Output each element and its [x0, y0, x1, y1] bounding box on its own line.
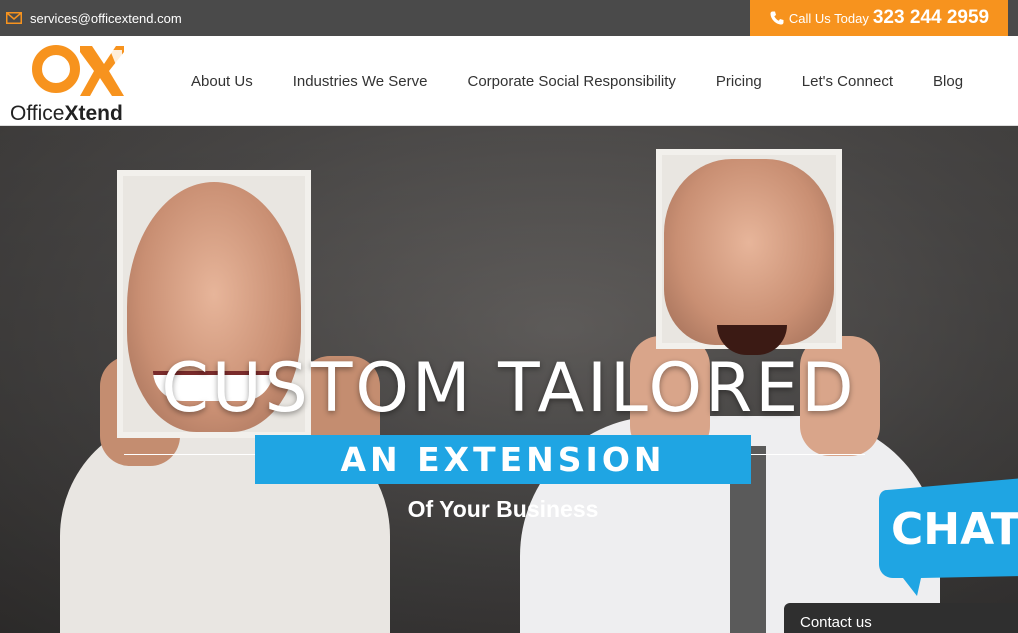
nav-item-pricing[interactable]: Pricing	[716, 73, 762, 90]
nav-item-about-us[interactable]: About Us	[191, 73, 253, 90]
logo-text: OfficeXtend	[10, 102, 123, 125]
main-nav: OfficeXtend About Us Industries We Serve…	[0, 36, 1018, 126]
email-link[interactable]: services@officextend.com	[6, 0, 182, 36]
call-us-button[interactable]: Call Us Today 323 244 2959	[750, 0, 1008, 36]
nav-item-industries[interactable]: Industries We Serve	[293, 73, 428, 90]
logo-mark-icon	[32, 45, 124, 96]
top-bar: services@officextend.com Call Us Today 3…	[0, 0, 1018, 36]
nav-item-lets-connect[interactable]: Let's Connect	[802, 73, 893, 90]
chat-label: CHAT	[891, 504, 1018, 555]
hero-tagline: AN EXTENSION	[255, 435, 751, 484]
call-label: Call Us Today	[788, 10, 869, 26]
tagline-divider-left	[124, 454, 255, 455]
tagline-divider-right	[751, 454, 865, 455]
mail-icon	[6, 12, 22, 24]
chat-button[interactable]: CHAT	[879, 478, 1018, 596]
call-number: 323 244 2959	[872, 7, 990, 28]
phone-icon	[770, 11, 784, 25]
contact-us-widget[interactable]: Contact us	[784, 603, 1018, 633]
nav-item-blog[interactable]: Blog	[933, 73, 963, 90]
email-text: services@officextend.com	[30, 10, 182, 26]
nav-menu: About Us Industries We Serve Corporate S…	[191, 36, 1003, 125]
hero-headline: CUSTOM TAILORED	[161, 349, 857, 428]
hero-photo-card-right	[656, 149, 842, 355]
hero-banner: CUSTOM TAILORED AN EXTENSION Of Your Bus…	[0, 126, 1018, 633]
logo[interactable]: OfficeXtend	[10, 40, 146, 125]
hero-subheading: Of Your Business	[407, 496, 599, 522]
nav-item-csr[interactable]: Corporate Social Responsibility	[467, 73, 675, 90]
